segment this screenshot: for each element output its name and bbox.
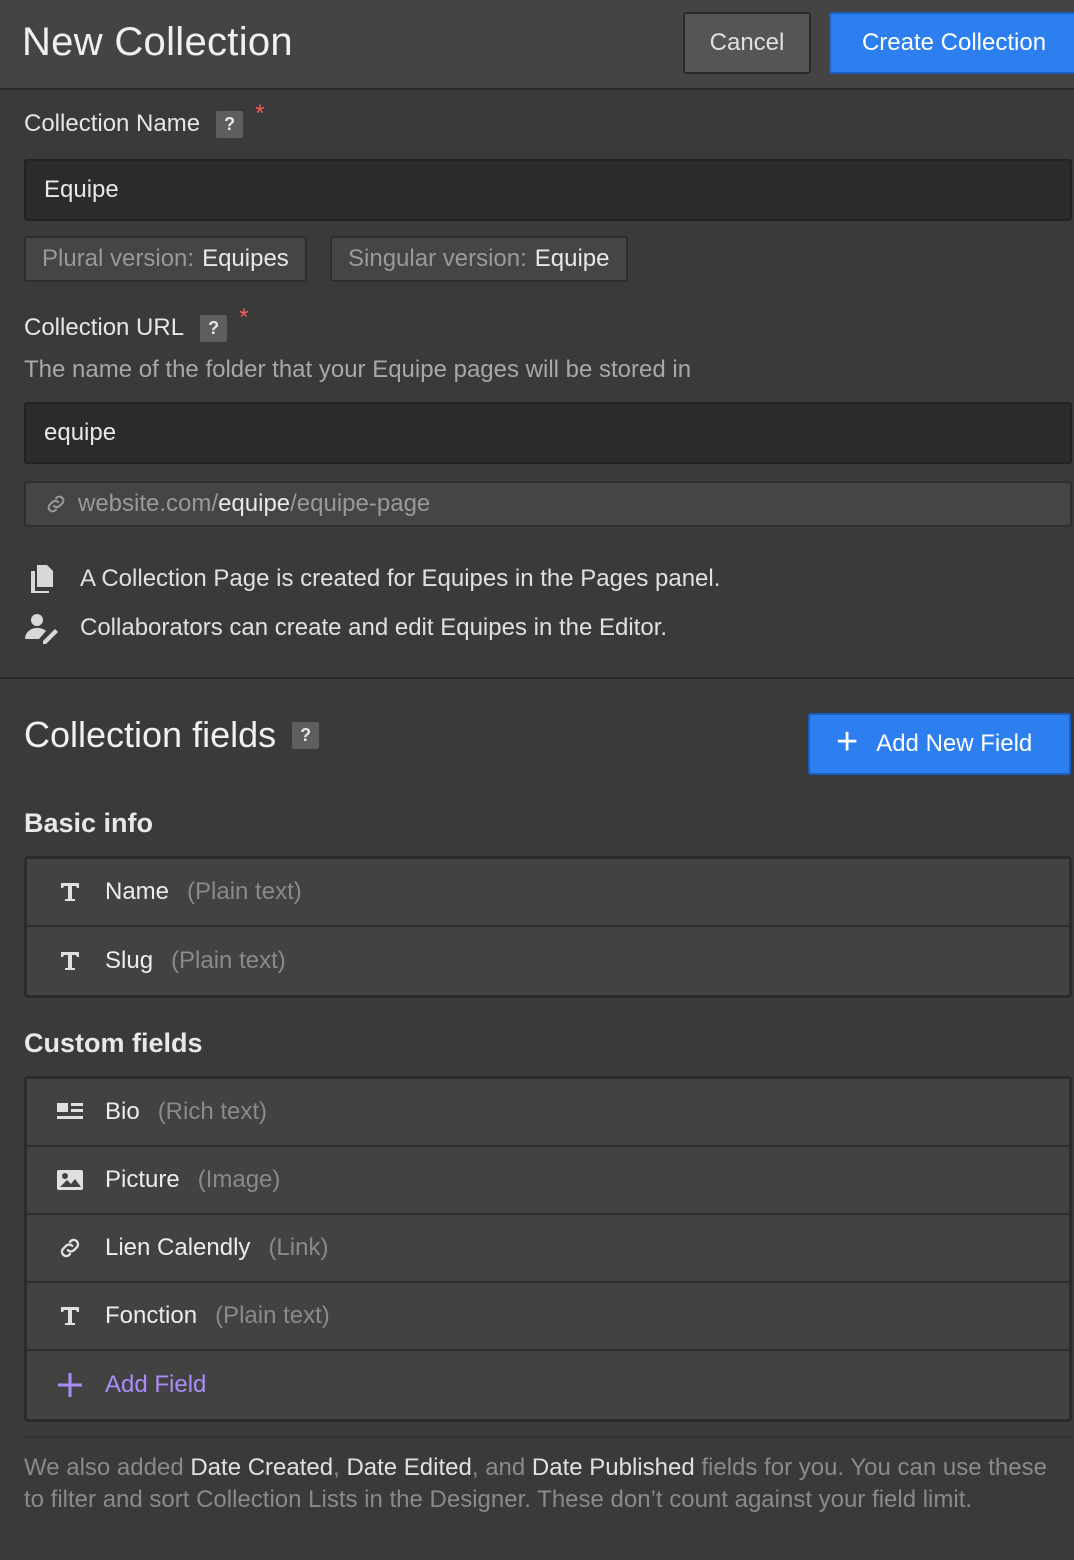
footer-sep-1: , — [333, 1454, 347, 1481]
field-row-fonction[interactable]: Fonction (Plain text) — [27, 1283, 1069, 1351]
singular-version-label: Singular version: — [348, 245, 527, 272]
field-name: Bio — [105, 1098, 140, 1125]
field-type: (Link) — [268, 1234, 329, 1261]
custom-fields-list: Bio (Rich text) Picture (Image) Lien Cal… — [24, 1076, 1072, 1422]
collection-fields-title-text: Collection fields — [24, 714, 277, 755]
plural-version-label: Plural version: — [42, 245, 195, 272]
pages-icon — [22, 562, 62, 596]
collection-url-help-icon[interactable]: ? — [200, 314, 228, 342]
collaborator-edit-icon — [22, 611, 62, 645]
collection-url-label-text: Collection URL — [24, 314, 185, 341]
info-pages: A Collection Page is created for Equipes… — [22, 562, 720, 596]
field-name: Picture — [105, 1166, 180, 1193]
url-preview-prefix: website.com/ — [78, 490, 219, 517]
field-row-name[interactable]: Name (Plain text) — [27, 859, 1069, 927]
create-collection-button[interactable]: Create Collection — [829, 12, 1074, 74]
plus-icon — [55, 1370, 85, 1400]
cancel-button[interactable]: Cancel — [683, 12, 811, 74]
field-row-slug[interactable]: Slug (Plain text) — [27, 927, 1069, 995]
rich-text-icon — [55, 1097, 85, 1127]
add-field-label: Add Field — [105, 1371, 207, 1398]
field-name: Lien Calendly — [105, 1234, 251, 1261]
field-type: (Plain text) — [215, 1302, 330, 1329]
collection-name-input[interactable]: Equipe — [24, 159, 1072, 221]
footer-date-edited: Date Edited — [346, 1454, 472, 1481]
field-row-picture[interactable]: Picture (Image) — [27, 1147, 1069, 1215]
modal-header: New Collection Cancel Create Collection — [0, 0, 1074, 90]
info-collaborators-text: Collaborators can create and edit Equipe… — [80, 614, 668, 641]
field-name: Name — [105, 878, 170, 905]
collection-url-label: Collection URL ? * — [24, 304, 248, 342]
field-row-lien-calendly[interactable]: Lien Calendly (Link) — [27, 1215, 1069, 1283]
field-type: (Plain text) — [187, 878, 302, 905]
plus-icon: + — [836, 721, 859, 763]
field-type: (Rich text) — [157, 1098, 268, 1125]
field-name: Fonction — [105, 1302, 198, 1329]
info-pages-text: A Collection Page is created for Equipes… — [80, 565, 721, 592]
basic-info-title: Basic info — [24, 808, 154, 838]
link-icon — [55, 1233, 85, 1263]
footer-divider — [24, 1436, 1072, 1438]
text-icon — [55, 946, 85, 976]
collection-url-input[interactable]: equipe — [24, 402, 1072, 464]
collection-url-hint: The name of the folder that your Equipe … — [24, 356, 692, 383]
singular-version-value: Equipe — [534, 245, 610, 272]
text-icon — [55, 877, 85, 907]
info-collaborators: Collaborators can create and edit Equipe… — [22, 611, 667, 645]
image-icon — [55, 1165, 85, 1195]
text-icon — [55, 1301, 85, 1331]
singular-version-chip[interactable]: Singular version: Equipe — [330, 236, 628, 282]
section-divider — [0, 677, 1074, 679]
plural-version-value: Equipes — [202, 245, 289, 272]
add-field-button[interactable]: Add Field — [27, 1351, 1069, 1419]
url-preview-slug: equipe — [218, 490, 291, 517]
page-title: New Collection — [22, 20, 293, 64]
field-type: (Plain text) — [171, 947, 286, 974]
basic-fields-list: Name (Plain text) Slug (Plain text) — [24, 856, 1072, 998]
field-row-bio[interactable]: Bio (Rich text) — [27, 1079, 1069, 1147]
collection-fields-title: Collection fields ? — [24, 714, 320, 756]
collection-name-label: Collection Name ? * — [24, 100, 264, 138]
field-name: Slug — [105, 947, 154, 974]
footer-text-1: We also added — [24, 1454, 191, 1481]
footer-date-published: Date Published — [531, 1454, 695, 1481]
add-new-field-label: Add New Field — [876, 730, 1033, 757]
footer-date-created: Date Created — [190, 1454, 334, 1481]
footer-note: We also added Date Created, Date Edited,… — [24, 1452, 1064, 1516]
url-preview: website.com/equipe/equipe-page — [24, 481, 1072, 527]
plural-version-chip[interactable]: Plural version: Equipes — [24, 236, 307, 282]
custom-fields-title: Custom fields — [24, 1028, 203, 1058]
collection-name-label-text: Collection Name — [24, 110, 201, 137]
add-new-field-button[interactable]: + Add New Field — [808, 713, 1071, 775]
collection-name-help-icon[interactable]: ? — [216, 110, 244, 138]
url-preview-suffix: /equipe-page — [290, 490, 431, 517]
collection-fields-help-icon[interactable]: ? — [292, 721, 320, 749]
field-type: (Image) — [197, 1166, 281, 1193]
required-marker: * — [239, 304, 249, 331]
footer-sep-2: , and — [471, 1454, 532, 1481]
link-icon — [42, 490, 70, 518]
required-marker: * — [255, 100, 265, 127]
